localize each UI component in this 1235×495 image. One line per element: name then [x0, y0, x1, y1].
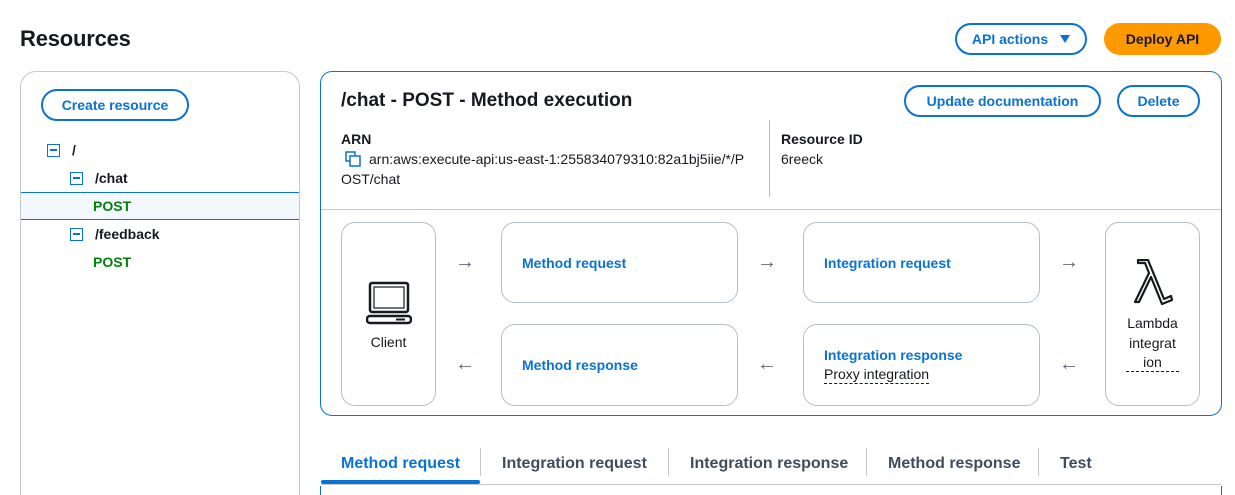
deploy-api-button[interactable]: Deploy API [1104, 23, 1221, 55]
deploy-api-label: Deploy API [1125, 31, 1200, 47]
tab-content-panel [320, 486, 1222, 495]
api-actions-label: API actions [971, 31, 1049, 47]
divider [321, 209, 1221, 210]
client-box: Client [341, 222, 436, 406]
active-tab-indicator [321, 480, 480, 484]
create-resource-button[interactable]: Create resource [41, 89, 189, 121]
tab-method-request[interactable]: Method request [341, 445, 460, 483]
tree-item-label: / [72, 142, 76, 158]
lambda-label-line1: Lambda [1127, 315, 1178, 331]
resource-tree-panel: Create resource / /chat POST /feedback P… [20, 71, 300, 495]
tree-item-root[interactable]: / [21, 136, 299, 164]
update-documentation-button[interactable]: Update documentation [904, 85, 1101, 117]
tab-method-response[interactable]: Method response [888, 445, 1020, 483]
arrow-right-icon: → [455, 251, 475, 273]
tab-integration-request[interactable]: Integration request [502, 445, 647, 483]
collapse-icon[interactable] [70, 171, 83, 185]
divider [769, 120, 770, 197]
arrow-left-icon: ← [1059, 353, 1079, 375]
method-request-link[interactable]: Method request [522, 255, 626, 271]
integration-request-link[interactable]: Integration request [824, 255, 951, 271]
collapse-icon[interactable] [70, 227, 83, 241]
tab-test[interactable]: Test [1060, 445, 1092, 483]
tab-divider [1038, 448, 1039, 476]
tab-integration-response[interactable]: Integration response [690, 445, 848, 483]
resource-id-label: Resource ID [781, 131, 863, 147]
method-execution-card: /chat - POST - Method execution Update d… [320, 71, 1222, 416]
arrow-right-icon: → [1059, 251, 1079, 273]
lambda-label-line3: ion [1126, 353, 1179, 372]
tree-item-feedback[interactable]: /feedback [21, 220, 299, 248]
integration-response-link[interactable]: Integration response [824, 347, 962, 363]
tree-item-chat[interactable]: /chat [21, 164, 299, 192]
page-title: Resources [20, 26, 131, 51]
lambda-icon [1131, 258, 1175, 306]
arn-value-line2: OST/chat [341, 171, 401, 187]
tree-item-chat-post[interactable]: POST [21, 192, 299, 220]
client-label: Client [370, 334, 407, 350]
arrow-left-icon: ← [757, 353, 777, 375]
method-tabs: Method request Integration request Integ… [321, 445, 1221, 485]
collapse-icon[interactable] [47, 143, 60, 157]
lambda-integration-box[interactable]: Lambda integrat ion [1105, 222, 1200, 406]
method-execution-title: /chat - POST - Method execution [341, 90, 633, 111]
create-resource-label: Create resource [61, 97, 169, 113]
arn-value-line1: arn:aws:execute-api:us-east-1:2558340793… [369, 151, 745, 167]
method-request-box[interactable]: Method request [501, 222, 738, 303]
method-response-link[interactable]: Method response [522, 357, 638, 373]
arrow-left-icon: ← [455, 353, 475, 375]
tab-divider [866, 448, 867, 476]
arn-label: ARN [341, 131, 372, 147]
resource-id-value: 6reeck [781, 151, 824, 167]
tree-item-feedback-post[interactable]: POST [21, 248, 299, 276]
tree-item-label: /feedback [95, 226, 160, 242]
update-documentation-label: Update documentation [926, 93, 1079, 109]
method-label: POST [93, 198, 132, 214]
monitor-icon [365, 280, 413, 326]
tab-divider [480, 448, 481, 476]
api-actions-button[interactable]: API actions [955, 23, 1087, 55]
tree-item-label: /chat [95, 170, 128, 186]
lambda-label-line2: integrat [1129, 335, 1176, 351]
tab-divider [668, 448, 669, 476]
integration-request-box[interactable]: Integration request [803, 222, 1040, 303]
method-label: POST [93, 254, 132, 270]
method-response-box[interactable]: Method response [501, 324, 738, 406]
integration-response-box[interactable]: Integration response Proxy integration [803, 324, 1040, 406]
caret-down-icon [1060, 35, 1071, 43]
delete-button[interactable]: Delete [1117, 85, 1200, 117]
arrow-right-icon: → [757, 251, 777, 273]
proxy-integration-label[interactable]: Proxy integration [824, 365, 930, 384]
delete-label: Delete [1137, 93, 1180, 109]
copy-icon[interactable] [345, 151, 361, 167]
